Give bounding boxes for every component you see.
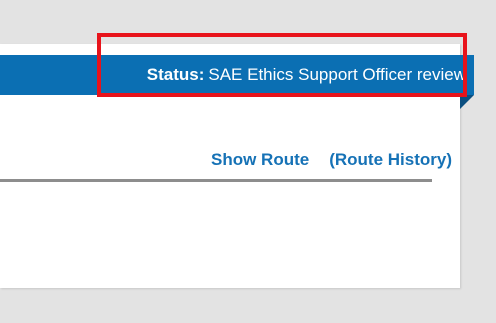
status-bar-fold	[460, 95, 474, 109]
screenshot-stage: Status : SAE Ethics Support Officer revi…	[0, 0, 496, 323]
status-separator: :	[198, 65, 205, 84]
status-bar: Status : SAE Ethics Support Officer revi…	[0, 55, 474, 95]
status-label: Status	[146, 65, 199, 84]
show-route-link[interactable]: Show Route	[211, 150, 309, 170]
status-value: SAE Ethics Support Officer review	[208, 65, 466, 84]
route-divider	[0, 179, 432, 182]
route-links: Show Route (Route History)	[211, 150, 452, 170]
route-history-link[interactable]: (Route History)	[329, 150, 452, 170]
